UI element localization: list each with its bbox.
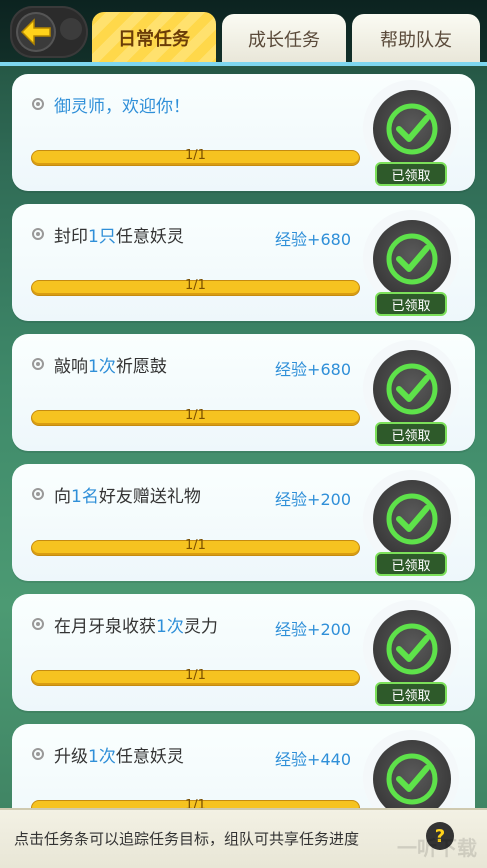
task-bullet-icon	[32, 358, 44, 370]
task-title: 封印1只任意妖灵	[54, 222, 184, 247]
task-card[interactable]: 封印1只任意妖灵 经验+680 1/1 已领取	[12, 204, 475, 321]
claimed-label: 已领取	[375, 292, 447, 316]
tab-growth[interactable]: 成长任务	[222, 14, 346, 64]
task-title-part: 1名	[71, 487, 99, 507]
check-circle-icon	[386, 103, 438, 155]
task-progress-bar: 1/1	[32, 798, 359, 808]
task-status-badge[interactable]: 已领取	[359, 470, 469, 576]
arrow-left-icon	[20, 18, 51, 46]
task-bullet-icon	[32, 748, 44, 760]
claimed-label: 已领取	[375, 682, 447, 706]
task-title-part: 灵力	[183, 617, 218, 637]
task-progress-bar: 1/1	[32, 278, 359, 295]
task-title-part: 在月牙泉收获	[54, 617, 156, 637]
task-progress-text: 1/1	[185, 538, 206, 553]
task-status-badge[interactable]: 已领取	[359, 210, 469, 316]
task-title-part: 好友赠送礼物	[98, 487, 201, 507]
task-bullet-icon	[32, 98, 44, 110]
check-circle-icon	[386, 623, 438, 675]
task-title-part: 1次	[88, 747, 116, 767]
task-title-part: 向	[54, 487, 71, 507]
task-progress-text: 1/1	[185, 278, 206, 293]
task-bullet-icon	[32, 488, 44, 500]
watermark: 一听下载	[397, 836, 477, 860]
footer-tip-bar: 点击任务条可以追踪任务目标，组队可共享任务进度 ? 一听下载	[0, 808, 487, 868]
task-reward: 经验+680	[275, 360, 351, 379]
claimed-label: 已领取	[375, 552, 447, 576]
claimed-label: 已领取	[375, 422, 447, 446]
check-circle-icon	[386, 363, 438, 415]
task-title: 向1名好友赠送礼物	[54, 482, 201, 507]
task-title-part: 敲响	[54, 357, 88, 377]
task-title-part: 升级	[54, 747, 88, 767]
check-circle-icon	[386, 493, 438, 545]
top-bar: 日常任务 成长任务 帮助队友	[0, 0, 487, 66]
task-progress-text: 1/1	[185, 668, 206, 683]
task-status-badge[interactable]: 已领取	[359, 600, 469, 706]
task-bullet-icon	[32, 228, 44, 240]
task-status-badge[interactable]: 已领取	[359, 730, 469, 808]
task-card[interactable]: 升级1次任意妖灵 经验+440 1/1 已领取	[12, 724, 475, 808]
badge-disc	[373, 350, 451, 428]
task-title-part: 封印	[54, 227, 88, 247]
badge-disc	[373, 220, 451, 298]
task-reward: 经验+680	[275, 230, 351, 249]
task-progress-bar: 1/1	[32, 148, 359, 165]
task-reward: 经验+200	[275, 620, 351, 639]
task-title: 敲响1次祈愿鼓	[54, 352, 167, 377]
task-card[interactable]: 在月牙泉收获1次灵力 经验+200 1/1 已领取	[12, 594, 475, 711]
tab-daily[interactable]: 日常任务	[92, 12, 216, 64]
claimed-label: 已领取	[375, 162, 447, 186]
back-button[interactable]	[10, 6, 88, 58]
task-title-part: 御灵师，欢迎你！	[54, 97, 190, 117]
task-progress-text: 1/1	[185, 148, 206, 163]
task-title: 在月牙泉收获1次灵力	[54, 612, 218, 637]
task-title-part: 祈愿鼓	[115, 357, 167, 377]
task-title-part: 任意妖灵	[115, 747, 184, 767]
task-reward: 经验+440	[275, 750, 351, 769]
badge-disc	[373, 480, 451, 558]
task-reward: 经验+200	[275, 490, 351, 509]
task-title-part: 1次	[156, 617, 184, 637]
task-title: 御灵师，欢迎你！	[54, 92, 190, 117]
check-circle-icon	[386, 233, 438, 285]
task-list[interactable]: 御灵师，欢迎你！ 1/1 已领取 封印1只任意妖灵 经验+680 1/1 已领取 敲响1次祈愿…	[0, 66, 487, 808]
task-title: 升级1次任意妖灵	[54, 742, 184, 767]
task-status-badge[interactable]: 已领取	[359, 80, 469, 186]
task-progress-text: 1/1	[185, 408, 206, 423]
task-card[interactable]: 向1名好友赠送礼物 经验+200 1/1 已领取	[12, 464, 475, 581]
back-button-tail	[60, 18, 82, 40]
task-bullet-icon	[32, 618, 44, 630]
task-title-part: 1次	[88, 357, 116, 377]
task-title-part: 任意妖灵	[115, 227, 184, 247]
task-progress-bar: 1/1	[32, 538, 359, 555]
task-card[interactable]: 敲响1次祈愿鼓 经验+680 1/1 已领取	[12, 334, 475, 451]
task-progress-bar: 1/1	[32, 668, 359, 685]
badge-disc	[373, 610, 451, 688]
task-progress-bar: 1/1	[32, 408, 359, 425]
task-status-badge[interactable]: 已领取	[359, 340, 469, 446]
tab-help-teammate[interactable]: 帮助队友	[352, 14, 480, 64]
badge-disc	[373, 740, 451, 808]
badge-disc	[373, 90, 451, 168]
task-title-part: 1只	[88, 227, 116, 247]
task-card[interactable]: 御灵师，欢迎你！ 1/1 已领取	[12, 74, 475, 191]
task-progress-text: 1/1	[185, 798, 206, 808]
footer-tip-text: 点击任务条可以追踪任务目标，组队可共享任务进度	[14, 830, 360, 848]
check-circle-icon	[386, 753, 438, 805]
